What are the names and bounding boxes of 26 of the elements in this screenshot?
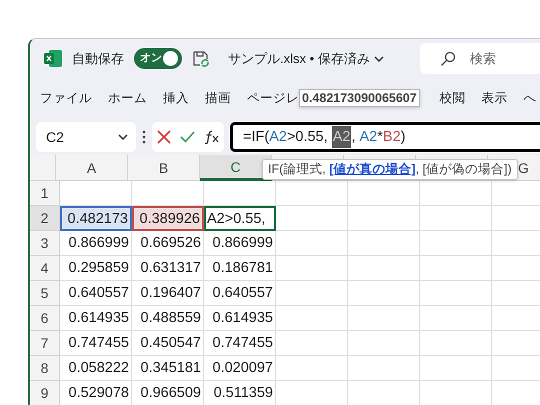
table-cell: 0.529078 [60, 381, 132, 405]
table-cell: 0.866999 [204, 231, 276, 256]
table-cell: 0.482173 [60, 206, 132, 232]
table-cell: 0.866999 [60, 231, 132, 256]
table-cell: 0.669526 [132, 231, 204, 256]
table-cell: 0.747455 [60, 331, 132, 356]
value-tooltip: 0.482173090065607 [299, 89, 420, 108]
table-cell: 0.020097 [204, 356, 276, 382]
table-cell: 0.511359 [204, 381, 276, 405]
table-cell: 0.640557 [204, 281, 276, 306]
table-cell: 0.186781 [204, 256, 276, 282]
table-cell: 0.614935 [60, 306, 132, 332]
table-cell: 0.631317 [132, 256, 204, 282]
table-cell: 0.614935 [204, 306, 276, 332]
autosave-label: 自動保存 [72, 50, 124, 68]
table-cell: 0.345181 [132, 356, 204, 382]
table-cell: 0.966509 [132, 381, 204, 405]
function-tooltip: IF(論理式, [値が真の場合], [値が偽の場合]) [262, 159, 518, 180]
table-cell: 0.488559 [132, 306, 204, 332]
table-cell: 0.747455 [204, 331, 276, 356]
table-cell: 0.058222 [60, 356, 132, 382]
table-cell: 0.640557 [60, 281, 132, 306]
table-cell: 0.389926 [132, 206, 204, 232]
table-cell: 0.295859 [60, 256, 132, 282]
table-cell: 0.450547 [132, 331, 204, 356]
table-cell: 0.196407 [132, 281, 204, 306]
